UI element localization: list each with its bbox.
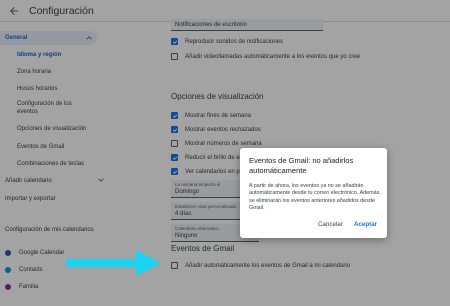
accept-button[interactable]: Aceptar — [354, 221, 377, 228]
dialog-body: A partir de ahora, los eventos ya no se … — [249, 183, 381, 211]
cancel-button[interactable]: Cancelar — [318, 221, 343, 228]
pointer-arrow-icon — [66, 250, 161, 276]
dialog-title: Eventos de Gmail: no añadirlos automátic… — [249, 156, 354, 175]
confirm-dialog: Eventos de Gmail: no añadirlos automátic… — [240, 148, 387, 238]
